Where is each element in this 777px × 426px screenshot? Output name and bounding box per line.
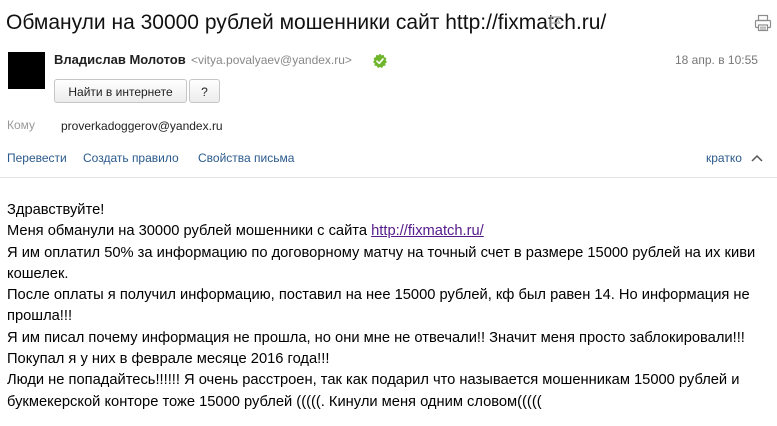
chevron-up-icon[interactable]: [750, 153, 764, 163]
print-icon[interactable]: [754, 14, 772, 32]
search-web-button[interactable]: Найти в интернете: [54, 79, 187, 103]
header-divider: [0, 177, 777, 178]
recipient-address[interactable]: proverkadoggerov@yandex.ru: [61, 119, 223, 133]
email-view: Обманули на 30000 рублей мошенники сайт …: [0, 0, 777, 426]
body-text: Меня обманули на 30000 рублей мошенники …: [7, 223, 372, 240]
body-paragraph: Я им оплатил 50% за информацию по догово…: [7, 244, 756, 282]
email-subject: Обманули на 30000 рублей мошенники сайт …: [6, 11, 607, 34]
body-paragraph: После оплаты я получил информацию, поста…: [7, 287, 750, 325]
translate-link[interactable]: Перевести: [7, 151, 67, 165]
message-body: Здравствуйте! Меня обманули на 30000 руб…: [7, 200, 777, 413]
sender-avatar[interactable]: [8, 52, 45, 89]
message-properties-link[interactable]: Свойства письма: [198, 151, 294, 165]
subject-row: Обманули на 30000 рублей мошенники сайт …: [6, 9, 772, 37]
body-greeting: Здравствуйте!: [7, 202, 105, 218]
body-paragraph: Я им писал почему информация не прошла, …: [7, 329, 745, 346]
body-paragraph: Покупал я у них в феврале месяце 2016 го…: [7, 351, 330, 368]
message-date: 18 апр. в 10:55: [675, 53, 758, 67]
verified-icon: [373, 53, 387, 68]
body-paragraph: Меня обманули на 30000 рублей мошенники …: [7, 221, 777, 242]
sender-email: <vitya.povalyaev@yandex.ru>: [191, 53, 352, 67]
fixmatch-link[interactable]: http://fixmatch.ru/: [371, 223, 484, 239]
flag-icon[interactable]: [549, 15, 563, 31]
brief-toggle[interactable]: кратко: [706, 151, 742, 165]
body-paragraph: Люди не попадайтесь!!!!!! Я очень расстр…: [7, 372, 740, 410]
help-button[interactable]: ?: [189, 79, 220, 103]
create-rule-link[interactable]: Создать правило: [83, 151, 179, 165]
to-label: Кому: [7, 118, 36, 132]
sender-name[interactable]: Владислав Молотов: [54, 52, 186, 67]
